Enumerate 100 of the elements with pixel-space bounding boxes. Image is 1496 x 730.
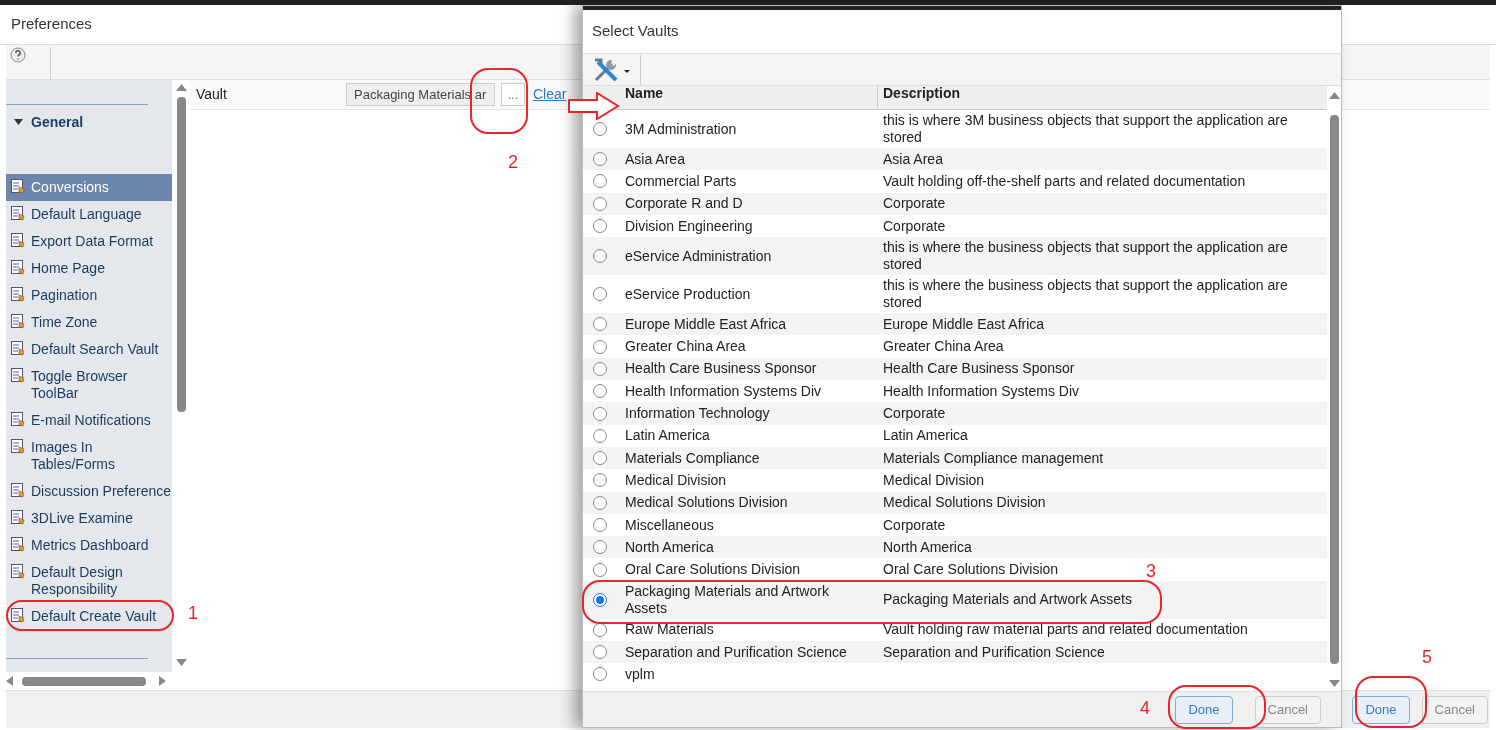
radio-button[interactable] <box>593 122 607 136</box>
radio-button[interactable] <box>593 152 607 167</box>
table-cell: Latin America <box>883 427 968 444</box>
radio-button[interactable] <box>593 361 607 376</box>
sidebar-item[interactable]: Toggle Browser ToolBar <box>6 363 172 407</box>
radio-button[interactable] <box>593 219 607 234</box>
sidebar-item[interactable]: 3DLive Examine <box>6 505 172 532</box>
table-cell: Asia Area <box>883 150 943 167</box>
radio-button[interactable] <box>593 667 607 682</box>
sidebar-item[interactable]: Home Page <box>6 255 172 282</box>
preference-icon <box>11 287 26 302</box>
sidebar-item[interactable]: Export Data Format <box>6 228 172 255</box>
radio-button[interactable] <box>593 562 607 577</box>
table-cell-text: Latin America <box>624 427 711 445</box>
table-cell-text: Europe Middle East Africa <box>624 315 788 333</box>
table-cell-text: Corporate R and D <box>624 195 744 213</box>
table-cell-text: Separation and Purification Science <box>624 643 848 661</box>
preference-icon <box>11 368 26 383</box>
radio-button[interactable] <box>593 174 607 189</box>
table-cell-text: Health Information Systems Div <box>624 382 823 400</box>
clear-link[interactable]: Clear <box>533 84 567 105</box>
step-number: 3 <box>1146 562 1156 580</box>
radio-button[interactable] <box>593 645 607 660</box>
help-icon[interactable] <box>10 47 26 63</box>
step-number: 5 <box>1422 648 1432 666</box>
column-header[interactable]: Name <box>625 86 664 101</box>
preference-icon <box>11 510 26 525</box>
table-cell: Corporate <box>883 405 946 421</box>
radio-button[interactable] <box>593 339 607 354</box>
table-cell: Materials Compliance management <box>883 449 1104 466</box>
done-button[interactable]: Done <box>1352 695 1410 724</box>
table-cell-text: Medical Division <box>624 471 728 489</box>
table-cell-text: 3M Administration <box>624 120 738 138</box>
radio-button[interactable] <box>593 518 607 532</box>
radio-button[interactable] <box>593 592 607 607</box>
done-button[interactable]: Done <box>1175 695 1233 724</box>
preference-icon <box>11 412 26 427</box>
vertical-scrollbar[interactable] <box>176 97 186 412</box>
step-number: 4 <box>1140 699 1150 717</box>
radio-button[interactable] <box>593 540 607 555</box>
vertical-scrollbar[interactable] <box>1329 115 1339 664</box>
table-cell-text: Greater China Area <box>624 338 747 356</box>
table-cell-text: Division Engineering <box>624 217 754 235</box>
scroll-right-icon[interactable] <box>158 676 166 686</box>
sidebar-item[interactable]: Discussion Preference <box>6 478 172 505</box>
preference-icon <box>11 439 26 454</box>
radio-button[interactable] <box>593 287 607 302</box>
radio-button[interactable] <box>593 451 607 466</box>
preference-icon <box>11 206 26 221</box>
radio-button[interactable] <box>593 406 607 421</box>
table-cell: this is where the business objects that support the application are stored <box>883 277 1288 311</box>
group-label[interactable]: General <box>31 111 84 133</box>
scroll-down-icon[interactable] <box>175 659 187 666</box>
radio-button[interactable] <box>593 473 607 488</box>
table-cell-text: Materials Compliance <box>624 449 761 467</box>
radio-button[interactable] <box>593 428 607 443</box>
step-number: 1 <box>188 604 198 622</box>
sidebar-item[interactable]: Default Design Responsibility <box>6 559 172 603</box>
sidebar-item[interactable]: Time Zone <box>6 309 172 336</box>
sidebar-item[interactable]: Conversions <box>6 174 172 201</box>
table-cell-text: Commercial Parts <box>624 172 738 190</box>
column-header[interactable]: Description <box>883 86 960 101</box>
sidebar-item[interactable]: Metrics Dashboard <box>6 532 172 559</box>
table-cell: Corporate <box>883 217 946 234</box>
vault-field[interactable]: Packaging Materials ar <box>346 83 495 106</box>
sidebar-item[interactable]: Images In Tables/Forms <box>6 434 172 478</box>
caret-icon[interactable] <box>14 119 23 125</box>
scroll-left-icon[interactable] <box>6 676 14 686</box>
table-cell: Separation and Purification Science <box>883 643 1105 660</box>
preference-icon <box>11 314 26 329</box>
preference-icon <box>11 483 26 498</box>
scroll-down-icon[interactable] <box>1328 680 1340 687</box>
radio-button[interactable] <box>593 495 607 510</box>
table-cell-text: Medical Solutions Division <box>624 494 789 512</box>
sidebar-item[interactable]: Default Language <box>6 201 172 228</box>
table-cell: Packaging Materials and Artwork Assets <box>883 591 1132 608</box>
table-cell-text: North America <box>624 538 715 556</box>
browse-button[interactable]: ... <box>501 83 525 106</box>
preference-icon <box>11 179 26 194</box>
preference-icon <box>11 537 26 552</box>
table-cell-text: Oral Care Solutions Division <box>624 561 802 579</box>
scroll-up-icon[interactable] <box>175 84 187 91</box>
field-label: Vault <box>196 85 228 104</box>
table-cell: North America <box>883 538 972 555</box>
radio-button[interactable] <box>593 196 607 211</box>
table-cell: Medical Solutions Division <box>883 494 1046 511</box>
sidebar-item[interactable]: Pagination <box>6 282 172 309</box>
horizontal-scrollbar[interactable] <box>22 676 146 686</box>
table-cell: Medical Division <box>883 471 985 488</box>
table-cell-text: eService Administration <box>624 247 773 265</box>
scroll-up-icon[interactable] <box>1328 92 1340 99</box>
sidebar-item[interactable]: E-mail Notifications <box>6 407 172 434</box>
radio-button[interactable] <box>593 384 607 399</box>
radio-button[interactable] <box>593 317 607 332</box>
sidebar-item[interactable]: Default Search Vault <box>6 336 172 363</box>
radio-button[interactable] <box>593 249 607 264</box>
sidebar-item[interactable]: Default Create Vault <box>6 603 172 630</box>
table-cell: Health Information Systems Div <box>883 382 1080 399</box>
table-cell: Oral Care Solutions Division <box>883 561 1059 578</box>
table-cell: Health Care Business Sponsor <box>883 360 1075 377</box>
